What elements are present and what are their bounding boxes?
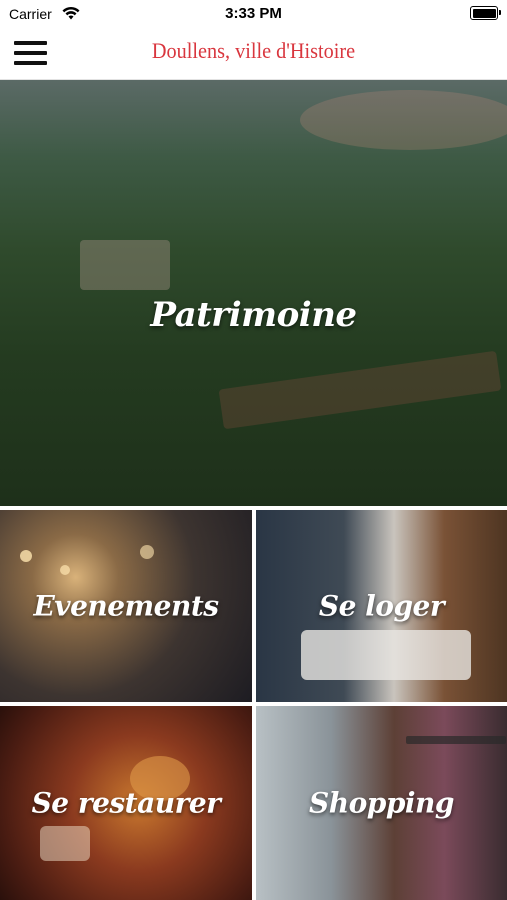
tile-se-restaurer[interactable]: Se restaurer bbox=[0, 706, 252, 900]
chateau-decor bbox=[80, 240, 170, 290]
town-roofs-decor bbox=[300, 90, 507, 150]
page-title: Doullens, ville d'Histoire bbox=[151, 38, 356, 63]
light-bokeh-decor bbox=[60, 565, 70, 575]
tile-label-se-restaurer: Se restaurer bbox=[31, 786, 221, 820]
light-bokeh-decor bbox=[20, 550, 32, 562]
status-bar: Carrier 3:33 PM bbox=[0, 0, 507, 28]
rampart-decor bbox=[218, 350, 502, 430]
tile-patrimoine[interactable]: Patrimoine bbox=[0, 80, 507, 506]
status-time: 3:33 PM bbox=[225, 5, 282, 22]
tile-se-loger[interactable]: Se loger bbox=[256, 510, 507, 702]
battery-icon bbox=[470, 6, 501, 20]
clothes-rail-decor bbox=[406, 736, 506, 744]
food-decor bbox=[40, 826, 90, 861]
tile-label-se-loger: Se loger bbox=[318, 589, 445, 623]
tile-shopping[interactable]: Shopping bbox=[256, 706, 507, 900]
tile-label-patrimoine: Patrimoine bbox=[150, 295, 357, 335]
light-bokeh-decor bbox=[140, 545, 154, 559]
bed-decor bbox=[301, 630, 471, 680]
tile-label-evenements: Evenements bbox=[33, 589, 219, 623]
tile-evenements[interactable]: Evenements bbox=[0, 510, 252, 702]
navigation-bar: Doullens, ville d'Histoire bbox=[0, 28, 507, 80]
tile-label-shopping: Shopping bbox=[309, 786, 454, 820]
